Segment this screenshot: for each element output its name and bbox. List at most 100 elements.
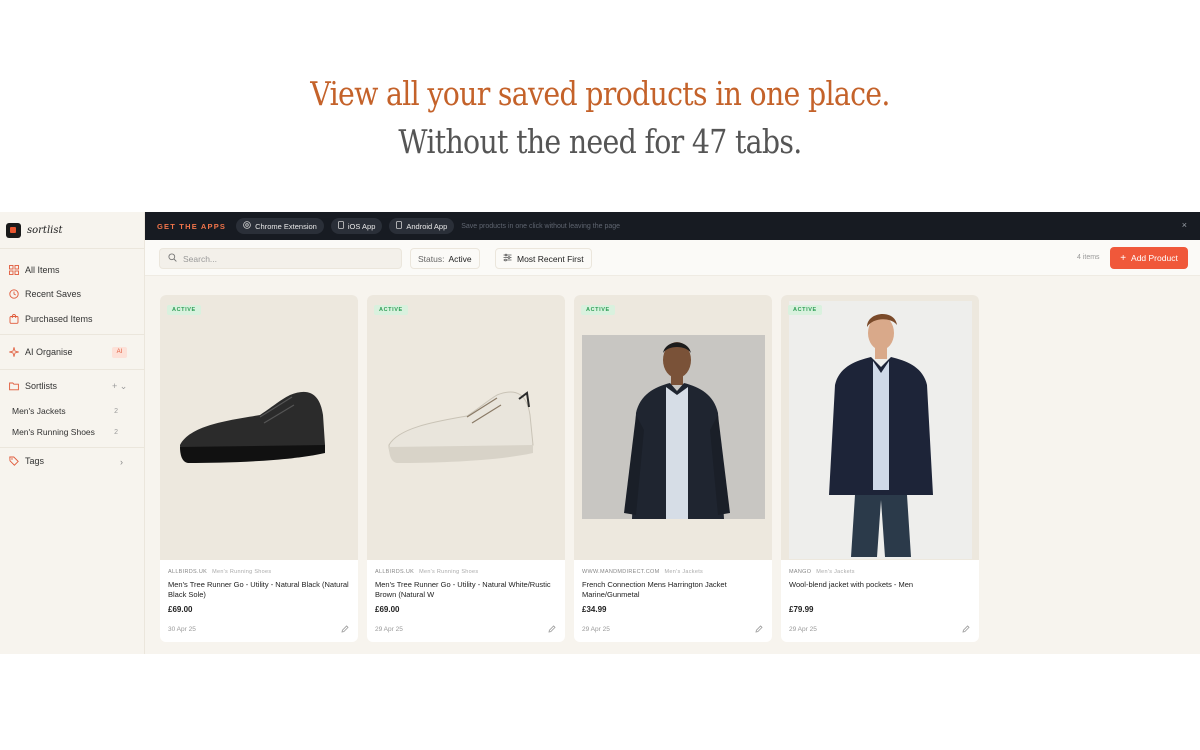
product-price: £69.00 (168, 605, 193, 614)
sort-dropdown[interactable]: Most Recent First (495, 248, 592, 269)
hero-section: View all your saved products in one plac… (0, 0, 1200, 212)
product-card[interactable]: ACTIVE WWW.MANDMDIRECT.COM Men's Jackets … (574, 295, 772, 642)
search-box[interactable] (159, 248, 402, 269)
product-card[interactable]: ACTIVE ALLBIRDS.UK Men's Running Shoes Me… (160, 295, 358, 642)
search-icon (168, 253, 177, 264)
sortlist-logo-icon (6, 222, 21, 238)
chrome-icon (243, 221, 251, 231)
product-title: Men's Tree Runner Go - Utility - Natural… (375, 580, 551, 599)
product-date: 29 Apr 25 (789, 626, 817, 633)
product-meta: ALLBIRDS.UK Men's Running Shoes (168, 569, 271, 575)
sidebar-item-ai-organise[interactable]: AI Organise (7, 344, 73, 360)
sortlist-count: 2 (114, 428, 118, 436)
close-icon[interactable]: × (1182, 220, 1187, 230)
sidebar-item-recent-saves[interactable]: Recent Saves (8, 286, 81, 302)
ios-app-label: iOS App (347, 221, 376, 231)
sortlist-label: Men's Running Shoes (12, 427, 95, 437)
product-category: Men's Jackets (816, 569, 855, 575)
sidebar-item-label: Tags (25, 456, 45, 466)
product-store: WWW.MANDMDIRECT.COM (582, 569, 660, 575)
divider (0, 334, 145, 335)
banner-note: Save products in one click without leavi… (461, 222, 621, 230)
sidebar-item-sortlists[interactable]: Sortlists (8, 378, 57, 394)
sparkle-icon (7, 345, 20, 358)
product-category: Men's Running Shoes (212, 569, 272, 575)
app-window: sortlist All Items Recent Saves Purchase… (0, 212, 1200, 654)
product-date: 29 Apr 25 (582, 626, 610, 633)
hero-headline: View all your saved products in one plac… (310, 74, 890, 113)
sortlist-item[interactable]: Men's Jackets 2 (12, 404, 118, 418)
sidebar-item-purchased-items[interactable]: Purchased Items (8, 311, 93, 327)
chevron-right-icon[interactable]: › (120, 457, 123, 467)
brand-name: sortlist (27, 224, 63, 236)
product-date: 29 Apr 25 (375, 626, 403, 633)
product-image: ACTIVE (367, 295, 565, 560)
sliders-icon (503, 253, 512, 264)
product-title: Wool-blend jacket with pockets - Men (789, 580, 914, 589)
ios-app-button[interactable]: iOS App (330, 218, 383, 234)
status-filter[interactable]: Status: Active (410, 248, 480, 269)
product-store: ALLBIRDS.UK (375, 569, 415, 575)
product-card[interactable]: ACTIVE MANGO Men's Jackets Wool-blend jac… (781, 295, 979, 642)
sidebar-item-label: Purchased Items (25, 314, 93, 324)
product-image: ACTIVE (574, 295, 772, 560)
product-price: £34.99 (582, 605, 607, 614)
product-category: Men's Running Shoes (419, 569, 479, 575)
status-badge: ACTIVE (788, 305, 822, 315)
product-card[interactable]: ACTIVE ALLBIRDS.UK Men's Running Shoes Me… (367, 295, 565, 642)
product-meta: MANGO Men's Jackets (789, 569, 855, 575)
sidebar-item-label: AI Organise (25, 347, 73, 357)
clock-icon (8, 288, 19, 300)
product-price: £69.00 (375, 605, 400, 614)
sort-label: Most Recent First (517, 253, 584, 264)
sidebar-item-label: Recent Saves (25, 289, 82, 299)
toolbar: Status: Active Most Recent First 4 items… (145, 240, 1200, 276)
chrome-extension-button[interactable]: Chrome Extension (236, 218, 324, 234)
ai-badge: AI (112, 347, 127, 358)
status-badge: ACTIVE (167, 305, 201, 315)
divider (0, 248, 145, 249)
phone-icon (337, 221, 344, 231)
chrome-extension-label: Chrome Extension (255, 221, 317, 231)
tag-icon (8, 456, 19, 467)
phone-icon (396, 221, 403, 231)
android-app-button[interactable]: Android App (389, 218, 455, 234)
product-store: ALLBIRDS.UK (168, 569, 208, 575)
pencil-icon[interactable] (962, 625, 970, 635)
folder-icon (8, 381, 19, 392)
brand[interactable]: sortlist (6, 221, 63, 239)
android-app-label: Android App (406, 221, 448, 231)
pencil-icon[interactable] (341, 625, 349, 635)
product-price: £79.99 (789, 605, 814, 614)
status-label: Status: (418, 253, 445, 264)
sidebar-item-all-items[interactable]: All Items (8, 262, 60, 278)
add-product-button[interactable]: + Add Product (1110, 247, 1188, 269)
plus-icon: + (1120, 252, 1127, 264)
product-meta: ALLBIRDS.UK Men's Running Shoes (375, 569, 478, 575)
add-product-label: Add Product (1131, 253, 1178, 263)
sidebar: sortlist All Items Recent Saves Purchase… (0, 212, 145, 654)
hero-subheadline: Without the need for 47 tabs. (398, 122, 802, 161)
product-image: ACTIVE (160, 295, 358, 560)
search-input[interactable] (183, 253, 383, 264)
product-image: ACTIVE (781, 295, 979, 560)
product-category: Men's Jackets (664, 569, 704, 575)
sidebar-item-tags[interactable]: Tags (8, 453, 44, 469)
bag-icon (8, 313, 19, 325)
sortlist-count: 2 (114, 407, 118, 415)
sortlist-controls[interactable]: + ⌄ (112, 381, 127, 392)
get-apps-banner: GET THE APPS Chrome Extension iOS App An… (145, 212, 1200, 240)
sortlist-item[interactable]: Men's Running Shoes 2 (12, 425, 118, 439)
divider (0, 369, 145, 370)
product-title: Men's Tree Runner Go - Utility - Natural… (168, 580, 349, 599)
status-badge: ACTIVE (581, 305, 615, 315)
status-badge: ACTIVE (374, 305, 408, 315)
pencil-icon[interactable] (548, 625, 556, 635)
product-title: French Connection Mens Harrington Jacket… (582, 580, 727, 599)
product-date: 30 Apr 25 (168, 626, 196, 633)
divider (0, 447, 145, 448)
banner-label: GET THE APPS (157, 221, 227, 231)
grid-icon (8, 264, 19, 276)
pencil-icon[interactable] (755, 625, 763, 635)
product-store: MANGO (789, 569, 812, 575)
